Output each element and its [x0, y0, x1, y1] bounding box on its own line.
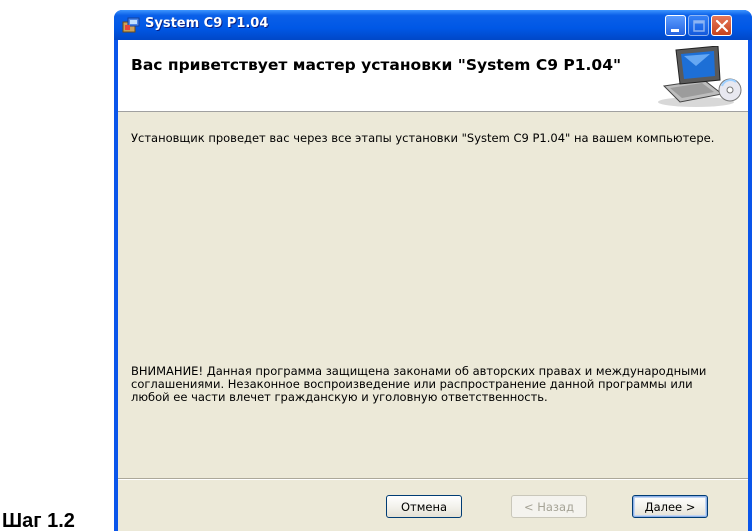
minimize-button[interactable]: [665, 15, 686, 36]
installer-window: System C9 P1.04 Вас приветствует мастер …: [114, 10, 752, 531]
wizard-welcome-title: Вас приветствует мастер установки "Syste…: [131, 56, 622, 74]
header-banner: Вас приветствует мастер установки "Syste…: [118, 40, 748, 112]
button-separator: [118, 478, 748, 480]
close-button[interactable]: [711, 15, 732, 36]
maximize-icon: [693, 20, 705, 32]
back-button[interactable]: < Назад: [511, 495, 587, 518]
window-title: System C9 P1.04: [145, 16, 269, 31]
installer-box-icon: [122, 17, 140, 33]
minimize-icon: [671, 29, 679, 32]
computer-setup-icon: [658, 46, 742, 107]
cancel-button[interactable]: Отмена: [386, 495, 462, 518]
dialog-client-area: Вас приветствует мастер установки "Syste…: [118, 40, 748, 531]
copyright-warning-text: ВНИМАНИЕ! Данная программа защищена зако…: [131, 364, 707, 404]
maximize-button[interactable]: [688, 15, 709, 36]
title-bar[interactable]: System C9 P1.04: [114, 10, 752, 40]
close-icon: [715, 19, 729, 33]
step-label: Шаг 1.2: [2, 512, 75, 531]
intro-text: Установщик проведет вас через все этапы …: [131, 131, 715, 145]
next-button[interactable]: Далее >: [632, 495, 708, 518]
